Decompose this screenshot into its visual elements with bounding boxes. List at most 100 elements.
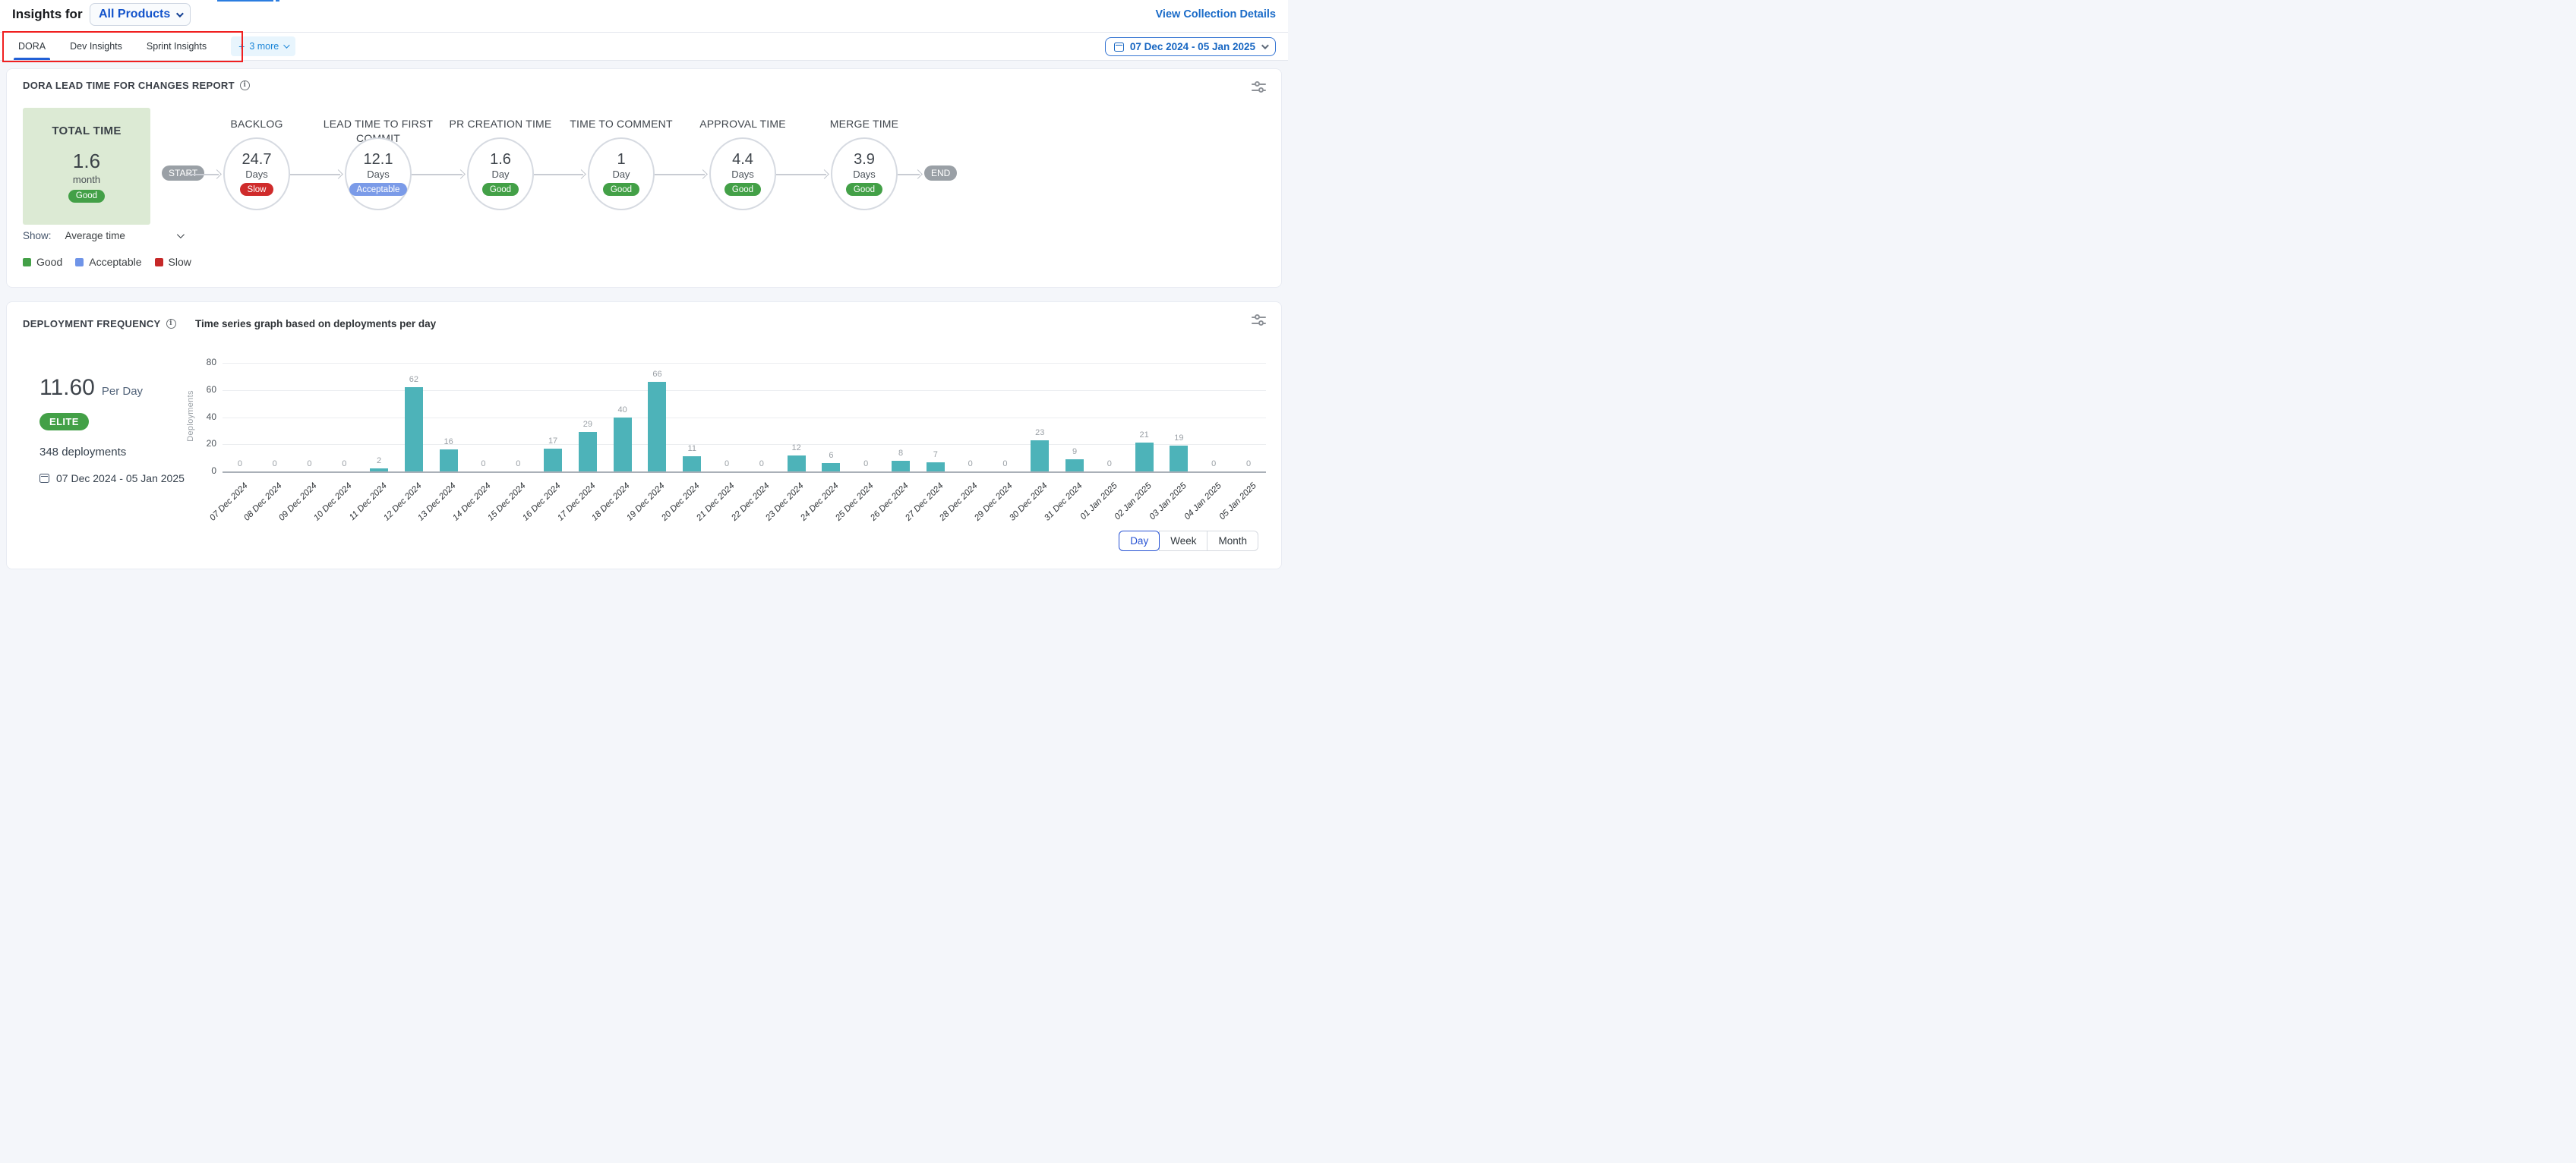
show-label: Show:: [23, 230, 52, 241]
stage-value: 1: [617, 152, 625, 168]
stage-unit: Days: [853, 169, 876, 180]
stage-value: 3.9: [854, 152, 875, 168]
deployment-bar[interactable]: [370, 468, 388, 471]
bar-slot: 0: [1231, 363, 1266, 471]
deployment-bar[interactable]: [544, 449, 562, 471]
widget-settings-icon[interactable]: [1252, 314, 1266, 326]
flow-arrow-icon: [698, 169, 708, 179]
stage-value: 24.7: [242, 152, 272, 168]
bar-slot: 9: [1057, 363, 1092, 471]
deployment-bar[interactable]: [1031, 440, 1049, 471]
bar-value-label: 6: [814, 451, 849, 460]
bar-slot: 2: [361, 363, 396, 471]
deployment-bar[interactable]: [927, 462, 945, 472]
info-icon[interactable]: i: [166, 319, 176, 329]
bar-value-label: 0: [988, 459, 1023, 468]
stage-circle-backlog: 24.7DaysSlow: [223, 137, 290, 210]
stage-badge: Good: [482, 183, 519, 196]
deployment-bar[interactable]: [440, 449, 458, 471]
show-value: Average time: [65, 230, 125, 241]
deploy-card-title: DEPLOYMENT FREQUENCY: [23, 318, 161, 329]
bar-slot: 6: [814, 363, 849, 471]
gridline-0: [223, 471, 1266, 473]
bar-value-label: 0: [1231, 459, 1266, 468]
stage-name: TIME TO COMMENT: [557, 117, 686, 131]
deployment-bar[interactable]: [614, 418, 632, 472]
deployment-bar[interactable]: [405, 387, 423, 471]
bar-value-label: 17: [535, 437, 570, 446]
bar-slot: 0: [953, 363, 988, 471]
y-tick-label: 20: [191, 438, 216, 449]
lead-card-title: DORA LEAD TIME FOR CHANGES REPORT: [23, 80, 235, 91]
chart-x-axis-labels: 07 Dec 202408 Dec 202409 Dec 202410 Dec …: [223, 474, 1266, 531]
legend-item-slow: Slow: [155, 256, 191, 268]
granularity-day-button[interactable]: Day: [1119, 531, 1160, 551]
tab-dev-insights[interactable]: Dev Insights: [70, 33, 122, 60]
clipped-top-content: [276, 0, 279, 2]
flow-arrow-icon: [913, 169, 923, 179]
lead-time-legend: GoodAcceptableSlow: [23, 256, 191, 268]
bar-slot: 29: [570, 363, 605, 471]
bar-value-label: 9: [1057, 447, 1092, 456]
flow-arrow-icon: [456, 169, 466, 179]
flow-arrow-icon: [819, 169, 829, 179]
deployment-bar[interactable]: [683, 456, 701, 471]
stage-value: 4.4: [732, 152, 753, 168]
bar-value-label: 21: [1127, 430, 1162, 440]
bar-value-label: 0: [327, 459, 361, 468]
tab-dora[interactable]: DORA: [18, 33, 46, 60]
stage-name: PR CREATION TIME: [436, 117, 565, 131]
bar-value-label: 0: [1092, 459, 1127, 468]
stage-unit: Days: [245, 169, 268, 180]
date-range-picker[interactable]: 07 Dec 2024 - 05 Jan 2025: [1105, 37, 1276, 56]
chevron-down-icon: [176, 10, 184, 17]
total-time-box: TOTAL TIME 1.6 month Good: [23, 108, 150, 225]
bar-value-label: 2: [361, 456, 396, 465]
deployment-bar[interactable]: [1170, 446, 1188, 471]
granularity-week-button[interactable]: Week: [1159, 531, 1208, 551]
deployment-bar[interactable]: [822, 463, 840, 471]
bar-value-label: 0: [709, 459, 744, 468]
deployment-bar[interactable]: [1135, 443, 1154, 471]
y-tick-label: 0: [191, 465, 216, 476]
bar-slot: 19: [1162, 363, 1197, 471]
tab-sprint-insights[interactable]: Sprint Insights: [147, 33, 207, 60]
info-icon[interactable]: i: [240, 80, 250, 90]
bar-slot: 16: [431, 363, 466, 471]
deployment-bar[interactable]: [1065, 459, 1084, 471]
bar-slot: 17: [535, 363, 570, 471]
bar-slot: 0: [709, 363, 744, 471]
deployments-date-range: 07 Dec 2024 - 05 Jan 2025: [39, 472, 185, 484]
product-selector-dropdown[interactable]: All Products: [90, 3, 191, 26]
bar-slot: 11: [674, 363, 709, 471]
bar-slot: 62: [396, 363, 431, 471]
stage-circle-lead-time-to-first-commit: 12.1DaysAcceptable: [345, 137, 412, 210]
stage-name: APPROVAL TIME: [678, 117, 807, 131]
widget-settings-icon[interactable]: [1252, 81, 1266, 93]
deployment-bar[interactable]: [788, 455, 806, 471]
chevron-down-icon: [1261, 42, 1269, 49]
bar-slot: 0: [1092, 363, 1127, 471]
bar-value-label: 23: [1022, 428, 1057, 437]
bar-slot: 66: [640, 363, 675, 471]
stage-unit: Day: [491, 169, 509, 180]
total-time-unit: month: [23, 174, 150, 185]
view-collection-details-link[interactable]: View Collection Details: [1156, 8, 1276, 20]
deployment-bar[interactable]: [648, 382, 666, 471]
tabs-more-button[interactable]: +3 more: [231, 36, 295, 56]
stage-name: BACKLOG: [192, 117, 321, 131]
flow-start-node: START: [162, 165, 204, 181]
stage-badge: Good: [846, 183, 882, 196]
bar-slot: 0: [744, 363, 779, 471]
deployment-rate-value: 11.60: [39, 375, 95, 401]
show-dropdown[interactable]: Show: Average time: [23, 230, 182, 241]
elite-badge: ELITE: [39, 413, 89, 430]
legend-swatch: [155, 258, 163, 266]
bar-value-label: 66: [640, 370, 675, 379]
stage-badge: Good: [724, 183, 761, 196]
stage-circle-merge-time: 3.9Days Good: [831, 137, 898, 210]
granularity-month-button[interactable]: Month: [1207, 531, 1258, 551]
bar-value-label: 16: [431, 437, 466, 446]
deployment-bar[interactable]: [892, 461, 910, 471]
deployment-bar[interactable]: [579, 432, 597, 471]
